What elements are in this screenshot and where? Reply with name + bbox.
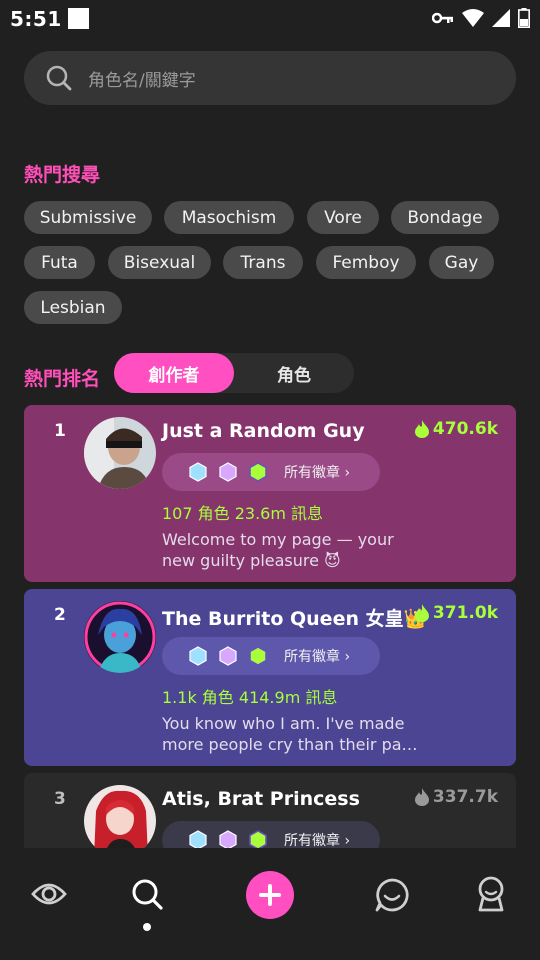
badge-icon [249,830,267,848]
creator-card[interactable]: 2 The Burrito Queen 女皇👑 371.0k 所有徽章 › 1.… [24,589,516,766]
badges-button[interactable]: 所有徽章 › [162,821,380,848]
vpn-key-icon [432,12,453,24]
popularity-score: 337.7k [414,787,498,807]
creator-stats: 1.1k 角色 414.9m 訊息 [162,688,338,707]
ranking-title: 熱門排名 [24,368,101,390]
all-badges-label: 所有徽章 › [284,465,351,481]
bottom-nav [0,848,540,960]
tag-chip[interactable]: Futa [24,246,95,279]
add-button[interactable] [246,871,294,919]
tag-chip[interactable]: Bisexual [108,246,211,279]
notification-icon [68,8,89,29]
tag-chip[interactable]: Bondage [391,201,499,234]
score-value: 337.7k [432,787,498,807]
tag-chip[interactable]: Masochism [164,201,294,234]
fire-icon [414,788,429,806]
creator-name: Just a Random Guy [162,420,365,442]
score-value: 470.6k [432,419,498,439]
badge-icon [219,646,237,666]
hot-search-title: 熱門搜尋 [24,164,101,186]
add-icon [259,884,281,906]
badge-icon [219,462,237,482]
chat-icon[interactable] [375,878,409,912]
active-tab-indicator [143,923,151,931]
creator-name: Atis, Brat Princess [162,788,360,810]
badge-icon [189,462,207,482]
badge-icon [219,830,237,848]
creator-bio: You know who I am. I've made more people… [162,714,418,754]
tag-chip[interactable]: Femboy [316,246,416,279]
search-input[interactable]: 角色名/關鍵字 [24,51,516,105]
ranking-list: 1 Just a Random Guy 470.6k 所有徽章 › 107 角色… [24,405,516,848]
search-placeholder: 角色名/關鍵字 [88,70,196,91]
rank-number: 1 [54,421,66,441]
creator-bio: Welcome to my page — your new guilty ple… [162,530,394,570]
search-icon[interactable] [131,878,163,910]
rank-number: 3 [54,789,66,809]
all-badges-label: 所有徽章 › [284,833,351,848]
status-time: 5:51 [10,7,62,31]
creator-name: The Burrito Queen 女皇👑 [162,608,428,630]
eye-icon[interactable] [31,878,67,910]
avatar[interactable] [84,785,156,848]
creator-stats: 107 角色 23.6m 訊息 [162,504,324,523]
tab-characters[interactable]: 角色 [234,353,354,393]
tag-chip[interactable]: Gay [429,246,494,279]
creator-card[interactable]: 1 Just a Random Guy 470.6k 所有徽章 › 107 角色… [24,405,516,582]
creator-card[interactable]: 3 Atis, Brat Princess 337.7k 所有徽章 › [24,773,516,848]
popularity-score: 470.6k [414,419,498,439]
avatar[interactable] [84,417,156,489]
score-value: 371.0k [432,603,498,623]
badges-button[interactable]: 所有徽章 › [162,637,380,675]
tag-chip[interactable]: Trans [223,246,303,279]
wifi-icon [462,9,484,27]
tag-chip[interactable]: Submissive [24,201,152,234]
badges-button[interactable]: 所有徽章 › [162,453,380,491]
ranking-toggle: 創作者 角色 [114,353,354,393]
badge-icon [249,462,267,482]
search-icon [46,65,72,91]
rank-number: 2 [54,605,66,625]
all-badges-label: 所有徽章 › [284,649,351,665]
signal-icon [492,9,510,27]
status-bar: 5:51 [0,0,540,36]
tag-chip[interactable]: Vore [307,201,379,234]
badge-icon [249,646,267,666]
badge-icon [189,830,207,848]
tab-creators[interactable]: 創作者 [114,353,234,393]
badge-icon [189,646,207,666]
tag-chip[interactable]: Lesbian [24,291,122,324]
avatar[interactable] [84,601,156,673]
battery-icon [518,8,530,28]
profile-icon[interactable] [475,876,507,912]
fire-icon [414,604,429,622]
popularity-score: 371.0k [414,603,498,623]
fire-icon [414,420,429,438]
